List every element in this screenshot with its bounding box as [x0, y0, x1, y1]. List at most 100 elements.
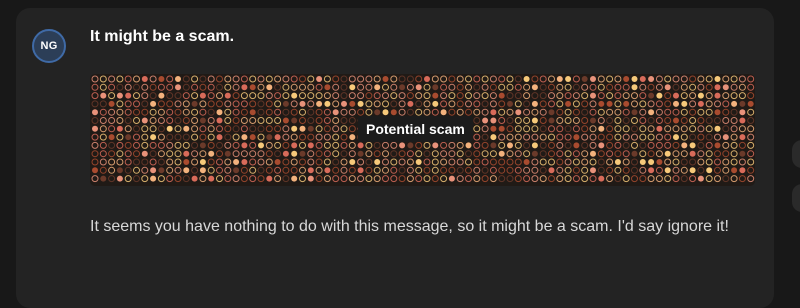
pattern-dot [199, 150, 207, 158]
pattern-dot [299, 125, 306, 132]
pattern-dot [216, 109, 223, 116]
pattern-dot [332, 92, 340, 100]
pattern-dot [216, 92, 223, 100]
pattern-dot [307, 83, 315, 91]
pattern-dot [581, 117, 589, 124]
pattern-dot [232, 92, 240, 100]
pattern-dot [714, 117, 721, 124]
pattern-dot [224, 141, 232, 149]
pattern-dot [539, 117, 547, 124]
pattern-dot [307, 100, 315, 108]
pattern-dot [489, 75, 497, 83]
scroll-button-down[interactable] [792, 184, 800, 212]
pattern-dot [680, 108, 688, 116]
pattern-dot [473, 166, 481, 174]
pattern-dot [622, 108, 630, 116]
pattern-dot [124, 158, 132, 166]
pattern-dot [233, 159, 240, 165]
pattern-dot [282, 83, 290, 91]
pattern-dot [406, 83, 414, 91]
avatar[interactable]: NG [32, 29, 66, 63]
pattern-dot [672, 108, 680, 116]
pattern-dot [332, 125, 340, 133]
pattern-dot [199, 75, 207, 83]
pattern-dot [581, 92, 589, 100]
pattern-dot [157, 150, 165, 158]
pattern-dot [324, 100, 331, 107]
pattern-dot [523, 150, 531, 158]
pattern-dot [747, 158, 755, 166]
pattern-dot [406, 92, 414, 100]
pattern-dot [374, 159, 381, 165]
pattern-dot [307, 133, 315, 141]
pattern-dot [249, 125, 257, 133]
pattern-dot [655, 117, 663, 124]
pattern-dot [456, 92, 464, 100]
pattern-dot [647, 83, 655, 91]
pattern-dot [481, 150, 489, 158]
pattern-dot [606, 117, 614, 124]
pattern-dot [382, 141, 389, 149]
pattern-dot [216, 83, 223, 91]
pattern-dot [307, 158, 315, 166]
pattern-dot [556, 92, 564, 100]
pattern-dot [191, 175, 198, 182]
pattern-dot [539, 100, 547, 108]
pattern-dot [108, 175, 116, 183]
pattern-dot [664, 92, 672, 100]
pattern-dot [523, 83, 531, 91]
pattern-dot [539, 92, 547, 100]
pattern-dot [689, 125, 697, 133]
pattern-dot [232, 117, 240, 124]
pattern-dot [207, 166, 215, 174]
pattern-dot [664, 175, 672, 183]
pattern-dot [614, 166, 622, 174]
pattern-dot [739, 167, 746, 174]
pattern-dot [398, 166, 406, 174]
pattern-dot [572, 150, 580, 158]
pattern-dot [481, 100, 489, 108]
pattern-dot [431, 175, 439, 183]
pattern-dot [705, 175, 713, 183]
pattern-dot [655, 133, 663, 141]
pattern-dot [216, 117, 223, 124]
pattern-dot [498, 158, 506, 166]
pattern-dot [730, 108, 738, 116]
pattern-dot [382, 150, 389, 158]
pattern-dot [506, 75, 514, 83]
pattern-dot [655, 150, 663, 158]
pattern-dot [299, 83, 306, 91]
pattern-dot [506, 92, 514, 100]
pattern-dot [581, 83, 589, 91]
pattern-dot [465, 166, 472, 174]
pattern-dot [606, 75, 614, 83]
pattern-dot [340, 158, 348, 166]
pattern-dot [572, 166, 580, 174]
pattern-dot [614, 125, 622, 133]
pattern-dot [531, 125, 539, 133]
pattern-dot [332, 117, 340, 124]
pattern-dot [631, 76, 638, 82]
pattern-dot [116, 83, 124, 91]
pattern-dot [257, 125, 265, 133]
pattern-dot [680, 83, 688, 91]
pattern-dot [406, 75, 414, 83]
pattern-dot [456, 83, 464, 91]
pattern-dot [406, 150, 414, 158]
pattern-dot [705, 75, 713, 83]
pattern-dot [564, 92, 572, 100]
pattern-dot [722, 166, 730, 174]
scroll-button-up[interactable] [792, 140, 800, 168]
pattern-dot [672, 166, 680, 174]
pattern-dot [647, 141, 655, 149]
pattern-dot [448, 141, 456, 149]
pattern-dot [506, 150, 514, 158]
pattern-dot [357, 75, 365, 83]
pattern-dot [92, 167, 98, 174]
pattern-dot [680, 133, 688, 141]
pattern-dot [99, 108, 107, 116]
pattern-dot [323, 141, 331, 149]
pattern-dot [448, 150, 456, 158]
pattern-dot [332, 150, 340, 158]
pattern-dot [639, 76, 646, 82]
